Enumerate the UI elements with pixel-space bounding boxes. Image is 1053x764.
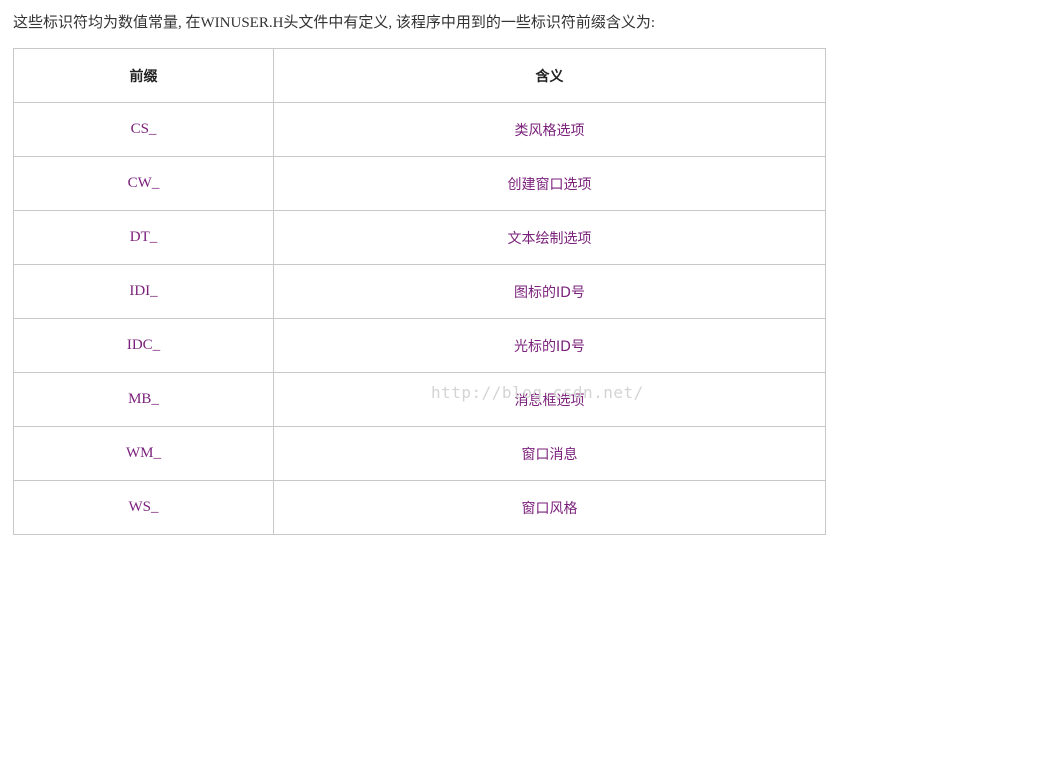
table-header-row: 前缀 含义 bbox=[13, 48, 826, 103]
table-row: IDC_ 光标的ID号 bbox=[13, 318, 826, 373]
table-row: WS_ 窗口风格 bbox=[13, 480, 826, 535]
prefix-cell: DT_ bbox=[13, 210, 274, 265]
meaning-cell: 消息框选项 bbox=[273, 372, 826, 427]
table-row: WM_ 窗口消息 bbox=[13, 426, 826, 481]
header-prefix: 前缀 bbox=[13, 48, 274, 103]
meaning-cell: 图标的ID号 bbox=[273, 264, 826, 319]
prefix-cell: IDC_ bbox=[13, 318, 274, 373]
meaning-cell: 窗口风格 bbox=[273, 480, 826, 535]
prefix-cell: CW_ bbox=[13, 156, 274, 211]
intro-paragraph: 这些标识符均为数值常量, 在WINUSER.H头文件中有定义, 该程序中用到的一… bbox=[13, 15, 656, 31]
prefix-cell: MB_ bbox=[13, 372, 274, 427]
prefix-cell: IDI_ bbox=[13, 264, 274, 319]
meaning-cell: 窗口消息 bbox=[273, 426, 826, 481]
meaning-cell: 文本绘制选项 bbox=[273, 210, 826, 265]
meaning-cell: 创建窗口选项 bbox=[273, 156, 826, 211]
table-row: MB_ 消息框选项 bbox=[13, 372, 826, 427]
table-row: CW_ 创建窗口选项 bbox=[13, 156, 826, 211]
prefix-cell: CS_ bbox=[13, 102, 274, 157]
header-meaning: 含义 bbox=[273, 48, 826, 103]
table-row: CS_ 类风格选项 bbox=[13, 102, 826, 157]
meaning-cell: 光标的ID号 bbox=[273, 318, 826, 373]
prefix-table: 前缀 含义 CS_ 类风格选项 CW_ 创建窗口选项 DT_ 文本绘制选项 ID… bbox=[13, 48, 826, 535]
prefix-cell: WM_ bbox=[13, 426, 274, 481]
meaning-cell: 类风格选项 bbox=[273, 102, 826, 157]
prefix-cell: WS_ bbox=[13, 480, 274, 535]
table-row: DT_ 文本绘制选项 bbox=[13, 210, 826, 265]
table-row: IDI_ 图标的ID号 bbox=[13, 264, 826, 319]
